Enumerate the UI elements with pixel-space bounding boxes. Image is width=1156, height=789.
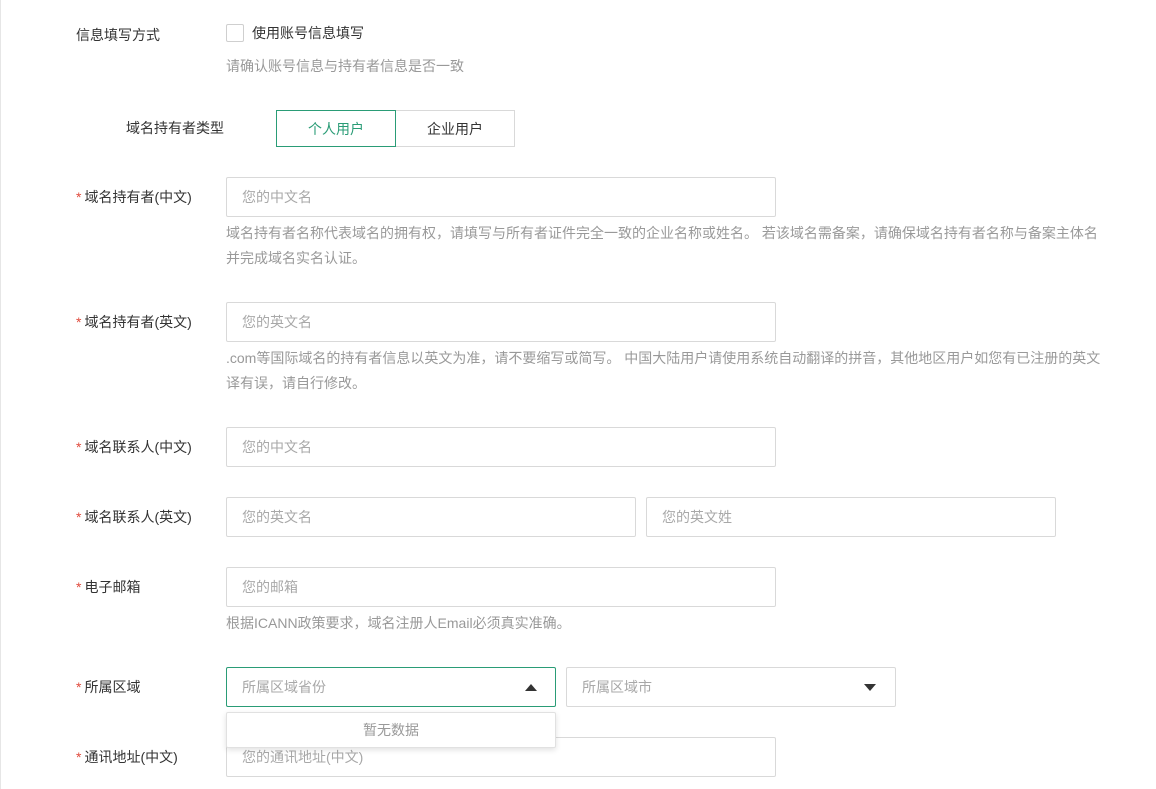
holder-en-help-line-2: 译有误，请自行修改。: [226, 375, 366, 391]
holder-cn-label: * 域名持有者(中文): [76, 187, 192, 207]
contact-en-label: * 域名联系人(英文): [76, 507, 192, 527]
email-label-text: 电子邮箱: [84, 579, 141, 595]
use-account-info-checkbox-label[interactable]: 使用账号信息填写: [252, 24, 364, 42]
required-mark: *: [76, 509, 82, 525]
required-mark: *: [76, 679, 82, 695]
left-border: [0, 0, 1, 789]
region-label: * 所属区域: [76, 677, 140, 697]
region-label-text: 所属区域: [84, 679, 141, 695]
info-fill-label: 信息填写方式: [76, 27, 160, 43]
address-cn-label: * 通讯地址(中文): [76, 747, 178, 767]
holder-type-enterprise-button[interactable]: 企业用户: [395, 110, 515, 147]
caret-up-icon: [525, 683, 537, 691]
region-province-dropdown: 暂无数据: [226, 712, 556, 748]
region-city-select[interactable]: 所属区域市: [566, 667, 896, 707]
region-province-select[interactable]: 所属区域省份: [226, 667, 556, 707]
email-help: 根据ICANN政策要求，域名注册人Email必须真实准确。: [226, 615, 571, 631]
holder-en-label-text: 域名持有者(英文): [84, 314, 192, 330]
contact-cn-label-text: 域名联系人(中文): [84, 439, 192, 455]
domain-registration-form: 信息填写方式 使用账号信息填写 请确认账号信息与持有者信息是否一致 域名持有者类…: [0, 0, 1156, 789]
contact-en-label-text: 域名联系人(英文): [84, 509, 192, 525]
holder-en-input[interactable]: [226, 302, 776, 342]
holder-type-personal-button[interactable]: 个人用户: [276, 110, 396, 147]
required-mark: *: [76, 579, 82, 595]
holder-type-label: 域名持有者类型: [126, 120, 224, 136]
required-mark: *: [76, 314, 82, 330]
holder-cn-input[interactable]: [226, 177, 776, 217]
required-mark: *: [76, 749, 82, 765]
caret-down-icon: [864, 683, 876, 691]
address-cn-label-text: 通讯地址(中文): [84, 749, 178, 765]
contact-cn-label: * 域名联系人(中文): [76, 437, 192, 457]
required-mark: *: [76, 189, 82, 205]
contact-cn-input[interactable]: [226, 427, 776, 467]
email-input[interactable]: [226, 567, 776, 607]
holder-cn-label-text: 域名持有者(中文): [84, 189, 192, 205]
use-account-info-checkbox[interactable]: [226, 24, 244, 42]
holder-cn-help-line-1: 域名持有者名称代表域名的拥有权，请填写与所有者证件完全一致的企业名称或姓名。 若…: [226, 225, 1098, 241]
required-mark: *: [76, 439, 82, 455]
region-province-placeholder: 所属区域省份: [242, 679, 326, 695]
dropdown-empty-text: 暂无数据: [363, 722, 419, 738]
info-fill-hint: 请确认账号信息与持有者信息是否一致: [226, 58, 464, 74]
email-label: * 电子邮箱: [76, 577, 140, 597]
contact-en-last-name-input[interactable]: [646, 497, 1056, 537]
holder-en-label: * 域名持有者(英文): [76, 312, 192, 332]
holder-en-help-line-1: .com等国际域名的持有者信息以英文为准，请不要缩写或简写。 中国大陆用户请使用…: [226, 350, 1101, 366]
region-city-placeholder: 所属区域市: [582, 679, 652, 695]
holder-cn-help-line-2: 并完成域名实名认证。: [226, 250, 366, 266]
contact-en-first-name-input[interactable]: [226, 497, 636, 537]
